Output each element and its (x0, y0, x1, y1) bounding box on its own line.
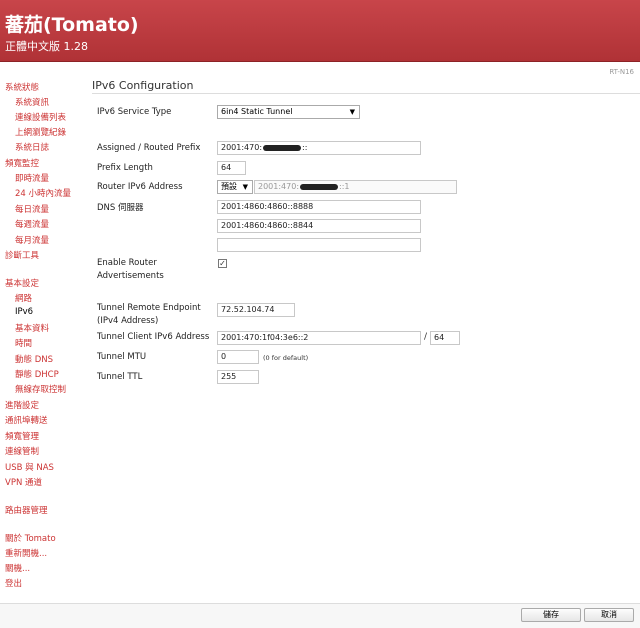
dns-label: DNS 伺服器 (97, 203, 144, 213)
nav-monthly[interactable]: 每月流量 (15, 234, 49, 246)
nav-status[interactable]: 系統狀態 (5, 81, 39, 93)
section-divider (92, 93, 640, 94)
router-address-value-end: ::1 (339, 182, 350, 191)
nav-qos[interactable]: 頻寬管理 (5, 430, 39, 442)
service-type-label: IPv6 Service Type (97, 107, 172, 117)
tunnel-ttl-input[interactable]: 255 (217, 370, 259, 384)
nav-web-usage[interactable]: 上網瀏覽紀錄 (15, 126, 66, 138)
tunnel-endpoint-input[interactable]: 72.52.104.74 (217, 303, 295, 317)
router-address-value-start: 2001:470: (258, 182, 300, 191)
nav-devices[interactable]: 連線設備列表 (15, 111, 66, 123)
nav-shutdown[interactable]: 關機... (5, 562, 30, 574)
router-address-mode-value: 預設 (221, 182, 237, 191)
nav-system-info[interactable]: 系統資訊 (15, 96, 49, 108)
dropdown-arrow-icon: ▼ (349, 108, 355, 116)
dns-input-1[interactable]: 2001:4860:4860::8888 (217, 200, 421, 214)
prefix-length-input[interactable]: 64 (217, 161, 246, 175)
nav-basic[interactable]: 基本設定 (5, 277, 39, 289)
nav-time[interactable]: 時間 (15, 337, 32, 349)
dns-input-2[interactable]: 2001:4860:4860::8844 (217, 219, 421, 233)
router-address-label: Router IPv6 Address (97, 182, 183, 192)
dns-input-3[interactable] (217, 238, 421, 252)
save-button[interactable]: 儲存 (521, 608, 581, 622)
nav-identification[interactable]: 基本資料 (15, 322, 49, 334)
nav-network[interactable]: 網路 (15, 292, 32, 304)
tunnel-mtu-hint: (0 for default) (263, 354, 309, 362)
nav-access-restriction[interactable]: 連線管制 (5, 445, 39, 457)
nav-weekly[interactable]: 每週流量 (15, 218, 49, 230)
header-banner: 蕃茄(Tomato) 正體中文版 1.28 (0, 0, 640, 62)
router-advertisements-checkbox[interactable]: ✓ (218, 259, 227, 268)
nav-port-forwarding[interactable]: 通訊埠轉送 (5, 414, 48, 426)
nav-realtime[interactable]: 即時流量 (15, 172, 49, 184)
tunnel-mtu-input[interactable]: 0 (217, 350, 259, 364)
prefix-label: Assigned / Routed Prefix (97, 143, 201, 153)
prefix-value-start: 2001:470: (221, 143, 263, 152)
tunnel-client-address-input[interactable]: 2001:470:1f04:3e6::2 (217, 331, 421, 345)
router-advertisements-label: Enable Router Advertisements (97, 258, 164, 281)
prefix-value-end: :: (302, 143, 308, 152)
dropdown-arrow-icon: ▼ (242, 183, 248, 191)
redaction-mark (300, 183, 339, 190)
nav-usb-nas[interactable]: USB 與 NAS (5, 461, 54, 473)
tunnel-client-address-label: Tunnel Client IPv6 Address (97, 332, 210, 342)
nav-ddns[interactable]: 動態 DNS (15, 353, 53, 365)
tunnel-ttl-label: Tunnel TTL (97, 372, 143, 382)
nav-reboot[interactable]: 重新開機... (5, 547, 47, 559)
nav-logout[interactable]: 登出 (5, 577, 22, 589)
prefix-length-label: Prefix Length (97, 163, 153, 173)
nav-diagnostics[interactable]: 診斷工具 (5, 249, 39, 261)
nav-administration[interactable]: 路由器管理 (5, 504, 48, 516)
tunnel-endpoint-label: Tunnel Remote Endpoint (IPv4 Address) (97, 303, 201, 326)
app-version: 正體中文版 1.28 (5, 40, 88, 53)
prefix-separator: / (424, 332, 428, 342)
cancel-button[interactable]: 取消 (584, 608, 634, 622)
nav-24h[interactable]: 24 小時內流量 (15, 187, 71, 199)
tunnel-client-prefix-input[interactable]: 64 (430, 331, 460, 345)
nav-static-dhcp[interactable]: 靜態 DHCP (15, 368, 59, 380)
section-title: IPv6 Configuration (92, 79, 194, 92)
tunnel-mtu-label: Tunnel MTU (97, 352, 147, 362)
nav-bandwidth[interactable]: 頻寬監控 (5, 157, 39, 169)
nav-logs[interactable]: 系統日誌 (15, 141, 49, 153)
router-address-input[interactable]: 2001:470:::1 (254, 180, 457, 194)
router-address-mode-select[interactable]: 預設 ▼ (217, 180, 253, 194)
prefix-input[interactable]: 2001:470::: (217, 141, 421, 155)
nav-vpn[interactable]: VPN 通道 (5, 476, 42, 488)
service-type-value: 6in4 Static Tunnel (221, 107, 293, 116)
nav-ipv6[interactable]: IPv6 (15, 307, 33, 317)
router-model: RT-N16 (609, 68, 634, 76)
redaction-mark (263, 144, 302, 151)
nav-wireless-filter[interactable]: 無線存取控制 (15, 383, 66, 395)
nav-about[interactable]: 關於 Tomato (5, 532, 56, 544)
service-type-select[interactable]: 6in4 Static Tunnel ▼ (217, 105, 360, 119)
nav-daily[interactable]: 每日流量 (15, 203, 49, 215)
nav-advanced[interactable]: 進階設定 (5, 399, 39, 411)
app-title: 蕃茄(Tomato) (5, 14, 139, 36)
